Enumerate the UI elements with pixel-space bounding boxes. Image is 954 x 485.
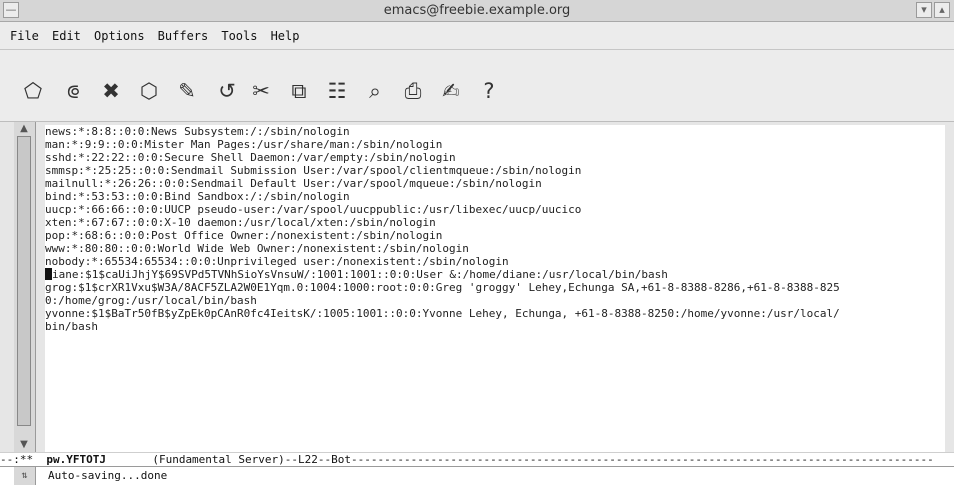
- maximize-icon: ▴: [939, 3, 945, 16]
- cut-icon[interactable]: ✂: [246, 76, 276, 106]
- menu-buffers[interactable]: Buffers: [154, 22, 213, 50]
- copy-icon[interactable]: ⧉: [284, 76, 314, 106]
- toolbar: ⬠ ⟃ ✖ ⬡ ✎ ↺ ✂ ⧉ ☷ ⌕ ⎙ ✍ ?: [0, 50, 954, 122]
- text-line: xten:*:67:67::0:0:X-10 daemon:/usr/local…: [45, 216, 436, 229]
- paste-icon[interactable]: ☷: [322, 76, 352, 106]
- customize-icon[interactable]: ✍: [436, 76, 466, 106]
- menu-edit[interactable]: Edit: [48, 22, 85, 50]
- minibuffer-scroll-icon: ⇅: [14, 467, 36, 485]
- scroll-up-arrow-icon[interactable]: ▲: [17, 123, 31, 135]
- text-line: bind:*:53:53::0:0:Bind Sandbox:/:/sbin/n…: [45, 190, 350, 203]
- mode-line-status: (Fundamental Server)--L22--Bot----------…: [105, 453, 934, 466]
- text-line: yvonne:$1$BaTr50fB$yZpEk0pCAnR0fc4IeitsK…: [45, 307, 840, 320]
- emacs-window: — emacs@freebie.example.org ▾ ▴ File Edi…: [0, 0, 954, 485]
- save-as-icon[interactable]: ✎: [172, 76, 202, 106]
- scrollbar-thumb[interactable]: [17, 136, 31, 426]
- vertical-scrollbar[interactable]: ▲ ▼: [14, 122, 36, 452]
- mode-line-buffer-name: pw.YFTOTJ: [46, 453, 106, 466]
- text-line: man:*:9:9::0:0:Mister Man Pages:/usr/sha…: [45, 138, 443, 151]
- title-bar[interactable]: — emacs@freebie.example.org ▾ ▴: [0, 0, 954, 22]
- close-buffer-icon[interactable]: ✖: [96, 76, 126, 106]
- text-line-cursor: iane:$1$caUiJhjY$69SVPd5TVNhSioYsVnsuW/:…: [45, 268, 945, 281]
- text-cursor: [45, 268, 52, 280]
- window-title: emacs@freebie.example.org: [383, 3, 571, 18]
- text-line: uucp:*:66:66::0:0:UUCP pseudo-user:/var/…: [45, 203, 582, 216]
- search-icon[interactable]: ⌕: [360, 76, 390, 106]
- text-line: bin/bash: [45, 320, 98, 333]
- menu-options[interactable]: Options: [90, 22, 149, 50]
- maximize-button[interactable]: ▴: [934, 2, 950, 18]
- text-line: nobody:*:65534:65534::0:0:Unprivileged u…: [45, 255, 509, 268]
- editor-text-area[interactable]: news:*:8:8::0:0:News Subsystem:/:/sbin/n…: [45, 125, 945, 452]
- text-line: www:*:80:80::0:0:World Wide Web Owner:/n…: [45, 242, 469, 255]
- menu-help[interactable]: Help: [267, 22, 304, 50]
- minimize-button[interactable]: ▾: [916, 2, 932, 18]
- undo-icon[interactable]: ↺: [212, 76, 242, 106]
- menu-bar: File Edit Options Buffers Tools Help: [0, 22, 954, 50]
- mode-line-prefix: --:**: [0, 453, 47, 466]
- text-line: mailnull:*:26:26::0:0:Sendmail Default U…: [45, 177, 542, 190]
- menu-tools[interactable]: Tools: [217, 22, 261, 50]
- open-folder-icon[interactable]: ⟃: [58, 76, 88, 106]
- print-icon[interactable]: ⎙: [398, 76, 428, 106]
- new-file-icon[interactable]: ⬠: [18, 76, 48, 106]
- scroll-down-arrow-icon[interactable]: ▼: [17, 439, 31, 451]
- text-line: news:*:8:8::0:0:News Subsystem:/:/sbin/n…: [45, 125, 350, 138]
- text-line: smmsp:*:25:25::0:0:Sendmail Submission U…: [45, 164, 582, 177]
- text-line: sshd:*:22:22::0:0:Secure Shell Daemon:/v…: [45, 151, 456, 164]
- menu-file[interactable]: File: [6, 22, 43, 50]
- text-line: grog:$1$crXR1Vxu$W3A/8ACF5ZLA2W0E1Yqm.0:…: [45, 281, 840, 294]
- help-icon[interactable]: ?: [474, 76, 504, 106]
- text-line: pop:*:68:6::0:0:Post Office Owner:/nonex…: [45, 229, 443, 242]
- minibuffer-message: Auto-saving...done: [48, 469, 168, 482]
- save-icon[interactable]: ⬡: [134, 76, 164, 106]
- minibuffer[interactable]: ⇅ Auto-saving...done: [0, 466, 954, 485]
- text-line-rest: iane:$1$caUiJhjY$69SVPd5TVNhSioYsVnsuW/:…: [52, 268, 668, 281]
- mode-line: --:** pw.YFTOTJ (Fundamental Server)--L2…: [0, 452, 954, 467]
- text-line: 0:/home/grog:/usr/local/bin/bash: [45, 294, 257, 307]
- minimize-icon: ▾: [921, 3, 927, 16]
